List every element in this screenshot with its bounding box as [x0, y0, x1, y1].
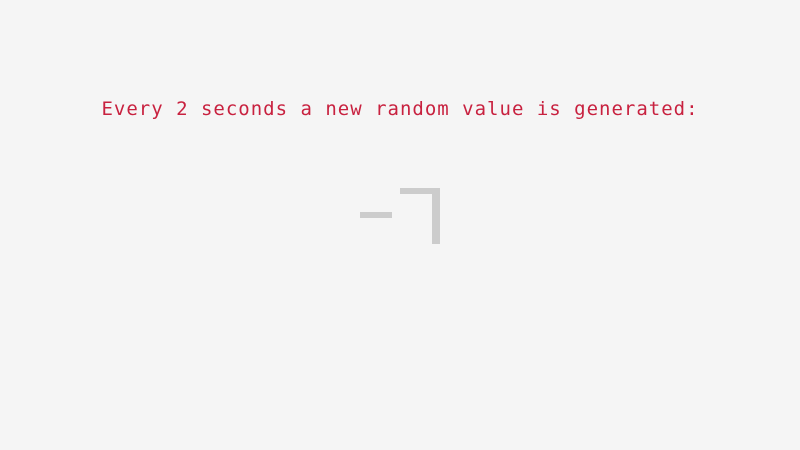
app-canvas: Every 2 seconds a new random value is ge…: [0, 0, 800, 450]
random-value-display: -7: [340, 178, 460, 258]
digit-seven-glyph: [400, 188, 440, 244]
headline-text: Every 2 seconds a new random value is ge…: [101, 98, 699, 120]
minus-glyph: [360, 212, 392, 218]
random-value-glyphs: [340, 178, 460, 258]
